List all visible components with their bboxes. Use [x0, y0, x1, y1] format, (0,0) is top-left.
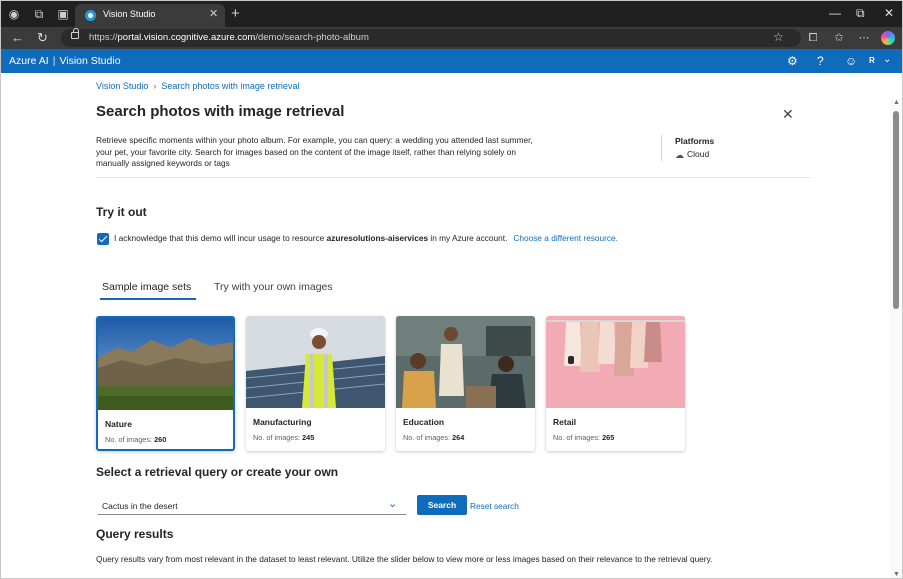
breadcrumb-current[interactable]: Search photos with image retrieval [161, 81, 299, 91]
scroll-up-icon[interactable]: ▲ [893, 99, 900, 106]
settings-gear-icon[interactable]: ⚙ [787, 54, 798, 68]
help-icon[interactable]: ? [817, 54, 824, 68]
favorite-star-icon[interactable]: ☆ [773, 30, 784, 44]
card-image-count: No. of images: 260 [105, 435, 167, 444]
workspaces-icon[interactable]: ⧉ [31, 6, 47, 22]
card-title: Retail [553, 417, 577, 427]
cloud-icon: ☁ [675, 150, 684, 160]
chevron-down-icon[interactable]: ⌄ [883, 54, 891, 65]
browser-window: ◉ ⧉ ▣ Vision Studio ✕ + — ⧉ ✕ ← ↻ https:… [0, 0, 903, 579]
card-title: Manufacturing [253, 417, 312, 427]
card-image-count: No. of images: 264 [403, 433, 465, 442]
chevron-down-icon[interactable]: ⌄ [388, 497, 397, 510]
browser-titlebar: ◉ ⧉ ▣ Vision Studio ✕ + — ⧉ ✕ [1, 1, 902, 27]
query-heading: Select a retrieval query or create your … [96, 465, 339, 479]
platforms-label: Platforms [675, 136, 715, 146]
chevron-right-icon: › [153, 81, 157, 91]
address-toolbar: ← ↻ https://portal.vision.cognitive.azur… [1, 27, 902, 49]
active-tab-indicator [100, 298, 196, 300]
card-title: Education [403, 417, 445, 427]
page-description: Retrieve specific moments within your ph… [96, 135, 533, 168]
address-bar[interactable]: https://portal.vision.cognitive.azure.co… [61, 28, 801, 47]
scrollbar-thumb[interactable] [893, 111, 899, 309]
image-set-card-education[interactable]: Education No. of images: 264 [396, 316, 535, 451]
reset-search-link[interactable]: Reset search [470, 501, 519, 511]
url-text: https://portal.vision.cognitive.azure.co… [89, 32, 369, 43]
lock-icon[interactable] [71, 28, 79, 39]
copilot-icon[interactable] [881, 31, 895, 45]
card-title: Nature [105, 419, 132, 429]
browser-tab[interactable]: Vision Studio ✕ [75, 4, 225, 27]
scroll-down-icon[interactable]: ▼ [893, 571, 900, 578]
main-content: Vision Studio › Search photos with image r… [1, 73, 890, 578]
tab-sample-image-sets[interactable]: Sample image sets [102, 281, 191, 293]
tab-own-images[interactable]: Try with your own images [214, 281, 333, 293]
favorites-icon[interactable]: ✩ [832, 31, 846, 45]
choose-resource-link[interactable]: Choose a different resource. [507, 233, 618, 243]
more-menu-icon[interactable]: ⋯ [857, 31, 871, 45]
page-scrollbar[interactable]: ▲ ▼ [890, 99, 902, 578]
tab-title: Vision Studio [103, 9, 156, 19]
platforms-value: Cloud [687, 149, 710, 159]
new-tab-icon[interactable]: + [231, 5, 240, 22]
restore-icon[interactable]: ⧉ [856, 6, 865, 21]
avatar[interactable]: R [869, 56, 875, 65]
nature-thumbnail [98, 318, 233, 410]
split-screen-icon[interactable]: ⧠ [806, 31, 820, 45]
query-dropdown-value: Cactus in the desert [102, 501, 178, 511]
acknowledge-checkbox[interactable] [97, 233, 109, 245]
back-icon[interactable]: ← [11, 30, 24, 45]
card-image-count: No. of images: 265 [553, 433, 615, 442]
profile-icon[interactable]: ◉ [6, 6, 22, 22]
retail-thumbnail [546, 316, 685, 408]
close-window-icon[interactable]: ✕ [884, 6, 894, 20]
page-title: Search photos with image retrieval [96, 103, 345, 120]
close-icon[interactable]: ✕ [782, 106, 794, 123]
vision-studio-favicon-icon [85, 10, 96, 21]
image-set-card-retail[interactable]: Retail No. of images: 265 [546, 316, 685, 451]
education-thumbnail [396, 316, 535, 408]
results-heading: Query results [96, 527, 174, 541]
query-dropdown[interactable]: Cactus in the desert ⌄ [98, 496, 406, 515]
try-it-out-heading: Try it out [96, 205, 147, 219]
divider [96, 177, 811, 178]
divider [661, 135, 662, 161]
close-tab-icon[interactable]: ✕ [209, 7, 218, 20]
breadcrumb: Vision Studio › Search photos with image r… [96, 81, 299, 91]
search-button[interactable]: Search [417, 495, 467, 515]
card-image-count: No. of images: 245 [253, 433, 315, 442]
breadcrumb-root-link[interactable]: Vision Studio [96, 81, 148, 91]
image-set-card-manufacturing[interactable]: Manufacturing No. of images: 245 [246, 316, 385, 451]
app-title[interactable]: Azure AI | Vision Studio [9, 55, 121, 67]
app-header: Azure AI | Vision Studio ⚙ ? ☺ R ⌄ [1, 49, 902, 73]
results-description: Query results vary from most relevant in… [96, 554, 713, 564]
feedback-smiley-icon[interactable]: ☺ [845, 54, 857, 68]
manufacturing-thumbnail [246, 316, 385, 408]
refresh-icon[interactable]: ↻ [37, 30, 48, 46]
minimize-icon[interactable]: — [829, 6, 841, 20]
image-set-card-nature[interactable]: Nature No. of images: 260 [96, 316, 235, 451]
acknowledge-label: I acknowledge that this demo will incur … [114, 233, 618, 243]
tab-actions-icon[interactable]: ▣ [55, 6, 71, 22]
